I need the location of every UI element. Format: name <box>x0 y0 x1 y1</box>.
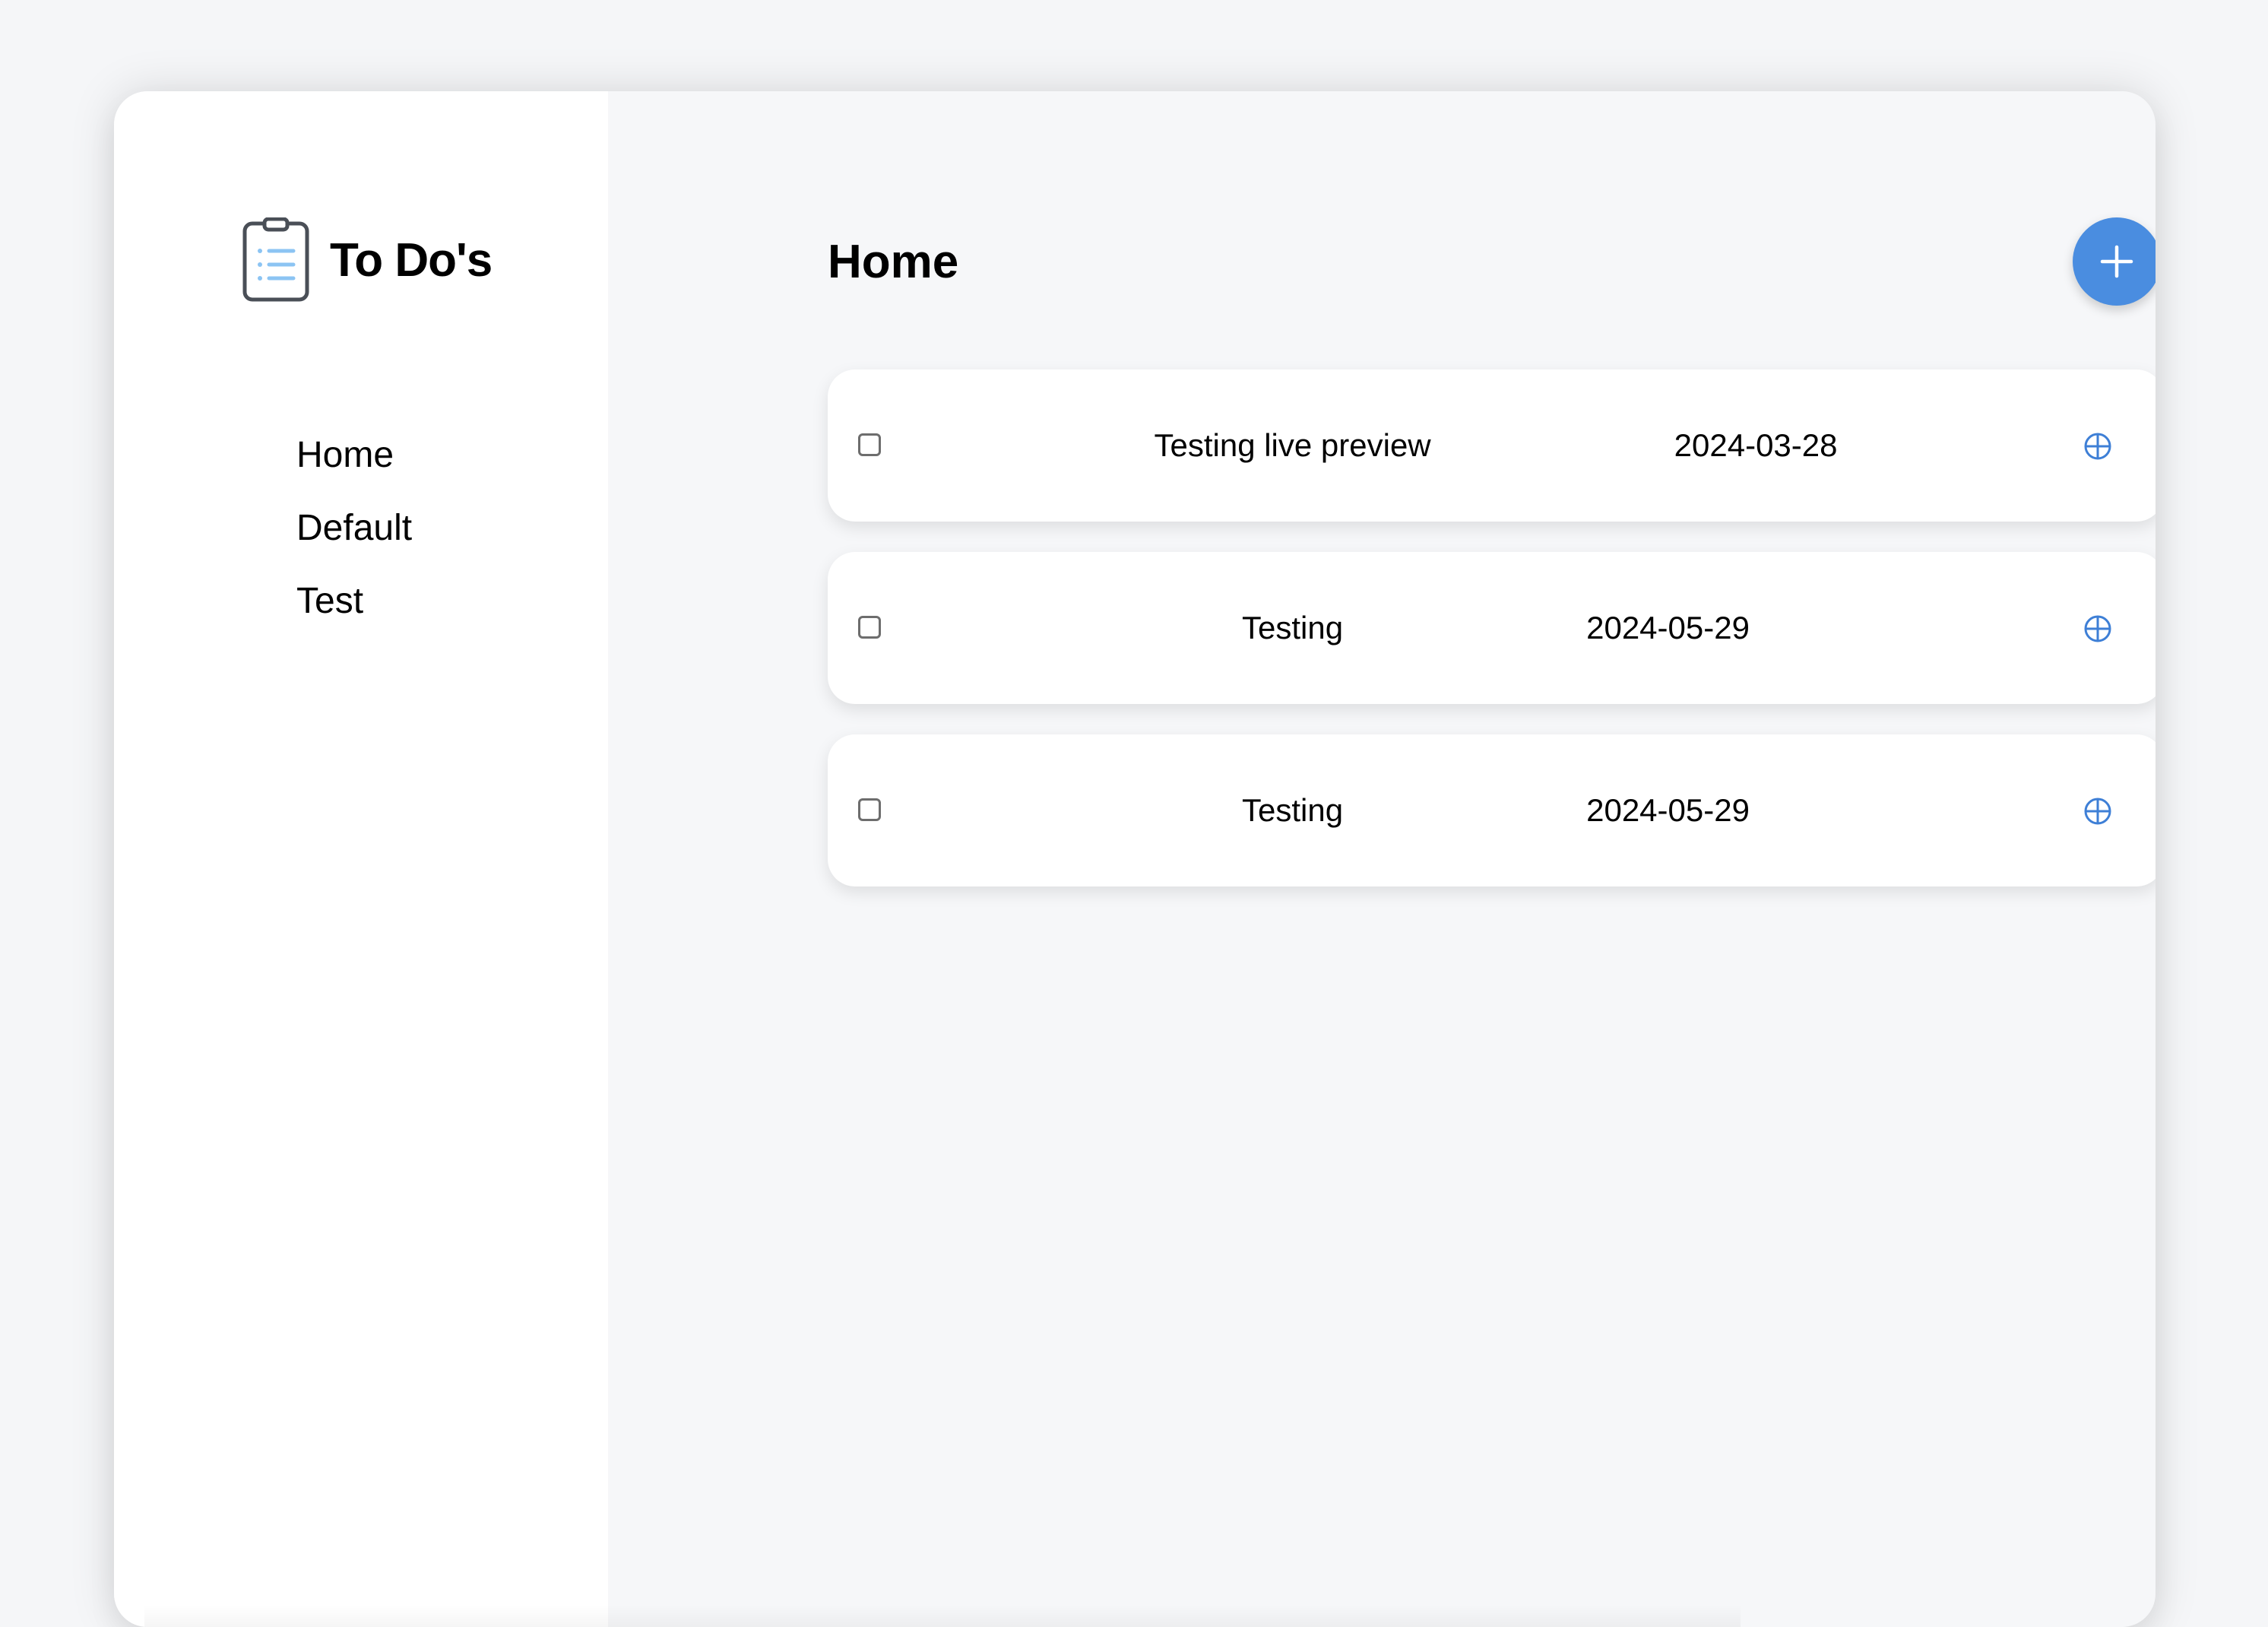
sidebar-item-home[interactable]: Home <box>296 435 412 476</box>
page-title: Home <box>828 236 959 288</box>
bottom-shadow <box>144 1604 1741 1627</box>
clipboard-list-icon <box>242 217 310 303</box>
circle-plus-icon <box>2083 432 2112 461</box>
brand: To Do's <box>242 217 493 303</box>
add-task-button[interactable] <box>2073 217 2156 306</box>
task-checkbox[interactable] <box>858 433 881 456</box>
task-date: 2024-03-28 <box>1674 427 1838 463</box>
task-expand-button[interactable] <box>2083 797 2112 826</box>
sidebar-nav: Home Default Test <box>296 435 412 622</box>
task-card: Testing live preview 2024-03-28 <box>828 369 2156 522</box>
circle-plus-icon <box>2083 614 2112 643</box>
sidebar: To Do's Home Default Test <box>114 91 608 1627</box>
task-checkbox[interactable] <box>858 798 881 821</box>
task-title: Testing <box>1242 792 1344 828</box>
task-card: Testing 2024-05-29 <box>828 734 2156 886</box>
circle-plus-icon <box>2083 797 2112 826</box>
task-expand-button[interactable] <box>2083 432 2112 461</box>
task-card: Testing 2024-05-29 <box>828 552 2156 704</box>
sidebar-item-default[interactable]: Default <box>296 508 412 549</box>
task-date: 2024-05-29 <box>1586 610 1750 645</box>
task-expand-button[interactable] <box>2083 614 2112 643</box>
task-date: 2024-05-29 <box>1586 792 1750 828</box>
task-checkbox[interactable] <box>858 616 881 639</box>
task-list: Testing live preview 2024-03-28 Testing … <box>828 369 2156 886</box>
sidebar-item-test[interactable]: Test <box>296 581 412 622</box>
app-window: To Do's Home Default Test Home Testing l… <box>114 91 2156 1627</box>
main-content: Home Testing live preview 2024-03-28 Tes… <box>608 91 2156 1627</box>
app-title: To Do's <box>330 233 493 287</box>
plus-icon <box>2099 244 2134 279</box>
task-title: Testing live preview <box>1154 427 1431 463</box>
task-title: Testing <box>1242 610 1344 645</box>
